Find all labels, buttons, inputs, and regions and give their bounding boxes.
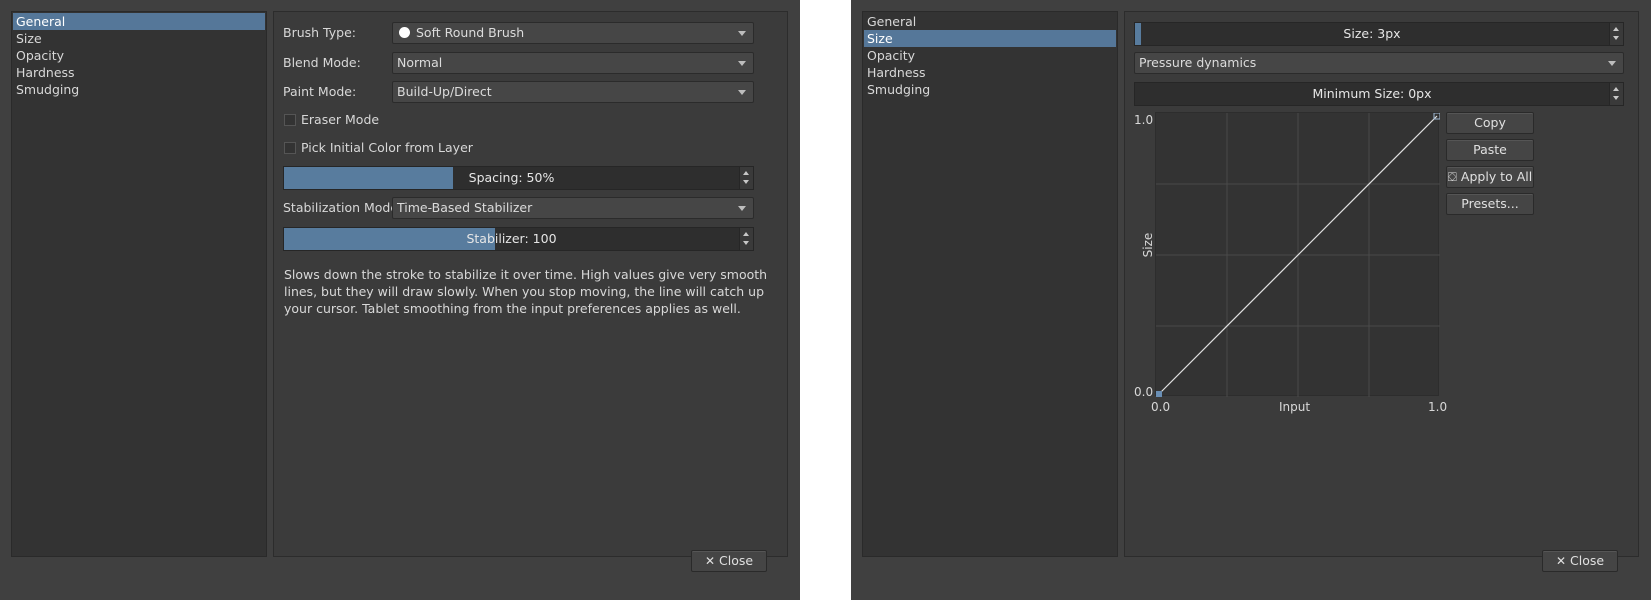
- size-text: Size: 3px: [1343, 26, 1401, 41]
- chevron-down-icon: [738, 90, 746, 95]
- minimum-size-text: Minimum Size: 0px: [1312, 86, 1432, 101]
- arrow-down-icon[interactable]: [1613, 96, 1619, 100]
- pick-initial-color-label: Pick Initial Color from Layer: [301, 140, 473, 155]
- blend-mode-dropdown[interactable]: Normal: [392, 52, 754, 74]
- y-min-label: 0.0: [1134, 385, 1154, 399]
- spacing-slider[interactable]: Spacing: 50%: [283, 166, 754, 190]
- size-spinner[interactable]: [1609, 23, 1623, 45]
- category-size[interactable]: Size: [13, 30, 265, 47]
- pressure-curve-editor[interactable]: [1155, 112, 1441, 397]
- paste-button[interactable]: Paste: [1446, 139, 1534, 161]
- x-axis-label: Input: [1279, 400, 1311, 414]
- arrow-down-icon[interactable]: [743, 180, 749, 184]
- arrow-down-icon[interactable]: [743, 241, 749, 245]
- chevron-down-icon: [1608, 61, 1616, 66]
- brush-type-value: Soft Round Brush: [416, 25, 525, 40]
- close-button[interactable]: ✕ Close: [1542, 550, 1618, 572]
- apply-to-all-label: Apply to All: [1460, 169, 1533, 184]
- stabilizer-text: Stabilizer: 100: [466, 231, 557, 246]
- brush-type-label: Brush Type:: [283, 25, 356, 40]
- general-settings-pane: Brush Type: Soft Round Brush Blend Mode:…: [273, 11, 788, 557]
- category-general[interactable]: General: [13, 13, 265, 30]
- stabilizer-description: Slows down the stroke to stabilize it ov…: [284, 267, 768, 316]
- paint-mode-dropdown[interactable]: Build-Up/Direct: [392, 81, 754, 103]
- eraser-mode-checkbox[interactable]: [284, 114, 296, 126]
- category-size[interactable]: Size: [864, 30, 1116, 47]
- category-list: General Size Opacity Hardness Smudging: [11, 11, 267, 557]
- category-list: General Size Opacity Hardness Smudging: [862, 11, 1118, 557]
- presets-button[interactable]: Presets...: [1446, 193, 1534, 215]
- size-slider[interactable]: Size: 3px: [1134, 22, 1624, 46]
- blend-mode-value: Normal: [397, 55, 443, 70]
- category-smudging[interactable]: Smudging: [864, 81, 1116, 98]
- close-icon: ✕: [1555, 554, 1566, 568]
- x-min-label: 0.0: [1151, 400, 1171, 414]
- blend-mode-label: Blend Mode:: [283, 55, 361, 70]
- chevron-down-icon: [738, 61, 746, 66]
- chevron-down-icon: [738, 31, 746, 36]
- curve-graph[interactable]: [1156, 112, 1441, 397]
- minimum-size-spinner[interactable]: [1609, 83, 1623, 105]
- arrow-up-icon[interactable]: [1613, 27, 1619, 31]
- general-settings-dialog: General Size Opacity Hardness Smudging B…: [0, 0, 800, 600]
- minimum-size-slider[interactable]: Minimum Size: 0px: [1134, 82, 1624, 106]
- size-settings-dialog: General Size Opacity Hardness Smudging S…: [851, 0, 1651, 600]
- pick-initial-color-checkbox[interactable]: [284, 142, 296, 154]
- dynamics-dropdown[interactable]: Pressure dynamics: [1134, 52, 1624, 74]
- arrow-up-icon[interactable]: [743, 171, 749, 175]
- dynamics-value: Pressure dynamics: [1139, 55, 1257, 70]
- category-hardness[interactable]: Hardness: [13, 64, 265, 81]
- paint-bucket-icon: ⛋: [1447, 170, 1457, 184]
- curve-start-point[interactable]: [1156, 391, 1162, 397]
- copy-button[interactable]: Copy: [1446, 112, 1534, 134]
- size-settings-pane: Size: 3px Pressure dynamics Minimum Size…: [1124, 11, 1639, 557]
- paint-mode-label: Paint Mode:: [283, 84, 357, 99]
- category-opacity[interactable]: Opacity: [13, 47, 265, 64]
- category-general[interactable]: General: [864, 13, 1116, 30]
- stabilization-mode-dropdown[interactable]: Time-Based Stabilizer: [392, 197, 754, 219]
- stabilizer-spinner[interactable]: [739, 228, 753, 250]
- eraser-mode-label: Eraser Mode: [301, 112, 380, 127]
- stabilizer-slider[interactable]: Stabilizer: 100: [283, 227, 754, 251]
- close-button[interactable]: ✕ Close: [691, 550, 767, 572]
- y-axis-label: Size: [1141, 232, 1155, 258]
- spacing-spinner[interactable]: [739, 167, 753, 189]
- close-icon: ✕: [704, 554, 715, 568]
- category-smudging[interactable]: Smudging: [13, 81, 265, 98]
- category-hardness[interactable]: Hardness: [864, 64, 1116, 81]
- round-brush-icon: [399, 27, 410, 38]
- x-max-label: 1.0: [1428, 400, 1448, 414]
- stabilization-mode-label: Stabilization Mode:: [283, 200, 403, 215]
- brush-type-dropdown[interactable]: Soft Round Brush: [392, 22, 754, 44]
- arrow-up-icon[interactable]: [743, 232, 749, 236]
- close-button-label: Close: [719, 553, 754, 568]
- paint-mode-value: Build-Up/Direct: [397, 84, 492, 99]
- y-max-label: 1.0: [1134, 113, 1154, 127]
- close-button-label: Close: [1570, 553, 1605, 568]
- arrow-down-icon[interactable]: [1613, 36, 1619, 40]
- stabilization-mode-value: Time-Based Stabilizer: [397, 200, 533, 215]
- category-opacity[interactable]: Opacity: [864, 47, 1116, 64]
- apply-to-all-button[interactable]: ⛋ Apply to All: [1446, 166, 1534, 188]
- arrow-up-icon[interactable]: [1613, 87, 1619, 91]
- spacing-text: Spacing: 50%: [468, 170, 555, 185]
- chevron-down-icon: [738, 206, 746, 211]
